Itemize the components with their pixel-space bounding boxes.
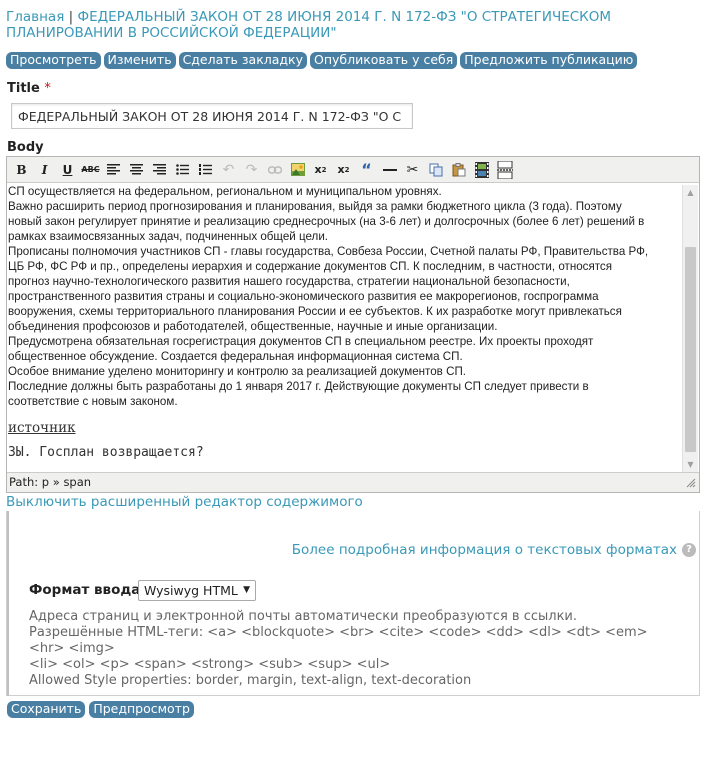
- title-label: Title *: [7, 81, 51, 96]
- paste-icon[interactable]: [448, 160, 469, 180]
- scroll-up-arrow-icon[interactable]: ▲: [683, 185, 698, 200]
- numbered-list-icon[interactable]: [195, 160, 216, 180]
- bold-icon[interactable]: B: [11, 160, 32, 180]
- text-line: новый закон регулирует принятие и реализ…: [8, 215, 645, 228]
- redo-icon[interactable]: ↷: [241, 160, 262, 180]
- text-line: объединения профсоюзов и работодателей, …: [8, 320, 498, 333]
- wysiwyg-editor: B I U ABC ↶ ↷ x2 x2 “ ✂ СП осуществляетс…: [6, 156, 700, 493]
- save-button[interactable]: Сохранить: [7, 701, 86, 718]
- title-input[interactable]: [11, 103, 413, 129]
- text-line: пространственного развития страны и соци…: [8, 290, 599, 303]
- image-icon[interactable]: [287, 160, 308, 180]
- editor-toolbar: B I U ABC ↶ ↷ x2 x2 “ ✂: [7, 157, 699, 183]
- format-box-border: [7, 511, 9, 696]
- cut-icon[interactable]: ✂: [402, 160, 423, 180]
- format-tips: Адреса страниц и электронной почты автом…: [29, 609, 679, 689]
- toggle-rich-editor-link[interactable]: Выключить расширенный редактор содержимо…: [6, 494, 363, 510]
- text-line: ЦБ РФ, ФС РФ и пр., определены иерархия …: [8, 260, 613, 273]
- strikethrough-icon[interactable]: ABC: [80, 160, 101, 180]
- scrollbar-thumb[interactable]: [685, 247, 696, 452]
- chevron-down-icon: ▼: [243, 585, 250, 595]
- text-line: Предусмотрена обязательная госрегистраци…: [8, 335, 594, 348]
- help-icon[interactable]: ?: [682, 543, 696, 557]
- subscript-icon[interactable]: x2: [333, 160, 354, 180]
- blockquote-icon[interactable]: “: [356, 160, 377, 180]
- format-tip: Адреса страниц и электронной почты автом…: [29, 609, 577, 624]
- source-link[interactable]: источник: [8, 419, 684, 437]
- tab-view[interactable]: Просмотреть: [6, 52, 101, 69]
- input-format-selected: Wysiwyg HTML: [144, 583, 238, 598]
- tab-bookmark[interactable]: Сделать закладку: [178, 52, 307, 69]
- editor-last-line: ЗЫ. Госплан возвращается?: [8, 445, 204, 460]
- input-format-select[interactable]: Wysiwyg HTML ▼: [138, 580, 256, 601]
- text-line: Важно расширить период прогнозирования и…: [8, 200, 622, 213]
- media-icon[interactable]: [471, 160, 492, 180]
- copy-icon[interactable]: [425, 160, 446, 180]
- text-line: соответствие с новым законом.: [8, 395, 178, 408]
- editor-statusbar: Path: p » span: [7, 472, 699, 492]
- italic-icon[interactable]: I: [34, 160, 55, 180]
- page-break-icon[interactable]: [494, 160, 515, 180]
- superscript-icon[interactable]: x2: [310, 160, 331, 180]
- format-tip: Разрешённые HTML-теги: <a> <blockquote> …: [29, 625, 648, 656]
- format-tip: <li> <ol> <p> <span> <strong> <sub> <sup…: [29, 657, 391, 672]
- tab-suggest-publication[interactable]: Предложить публикацию: [460, 52, 638, 69]
- resize-grip-icon[interactable]: [686, 478, 696, 488]
- text-format-wrapper: Более подробная информация о текстовых ф…: [6, 511, 700, 696]
- title-label-text: Title: [7, 81, 40, 96]
- align-right-icon[interactable]: [149, 160, 170, 180]
- text-line: Прописаны полномочия участников СП - гла…: [8, 245, 649, 258]
- breadcrumb: Главная | ФЕДЕРАЛЬНЫЙ ЗАКОН ОТ 28 ИЮНЯ 2…: [6, 9, 696, 41]
- editor-vertical-scrollbar[interactable]: ▲ ▼: [682, 185, 698, 472]
- editor-paragraph: СП осуществляется на федеральном, регион…: [8, 184, 684, 409]
- text-line: Последние должны быть разработаны до 1 я…: [8, 380, 589, 393]
- text-line: прогноз научно-технологического развития…: [8, 275, 570, 288]
- breadcrumb-home-link[interactable]: Главная: [6, 9, 64, 25]
- node-tabs: Просмотреть Изменить Сделать закладку Оп…: [6, 52, 638, 69]
- text-line: общественное обсуждение. Создается федер…: [8, 350, 463, 363]
- text-line: СП осуществляется на федеральном, регион…: [8, 185, 442, 198]
- format-tip: Allowed Style properties: border, margin…: [29, 673, 472, 688]
- breadcrumb-separator: |: [68, 9, 74, 25]
- element-path: Path: p » span: [9, 475, 92, 489]
- scroll-down-arrow-icon[interactable]: ▼: [683, 457, 698, 472]
- underline-icon[interactable]: U: [57, 160, 78, 180]
- tab-edit[interactable]: Изменить: [103, 52, 176, 69]
- align-left-icon[interactable]: [103, 160, 124, 180]
- preview-button[interactable]: Предпросмотр: [89, 701, 194, 718]
- link-icon[interactable]: [264, 160, 285, 180]
- tab-publish-own[interactable]: Опубликовать у себя: [310, 52, 458, 69]
- form-actions: Сохранить Предпросмотр: [7, 701, 194, 718]
- required-mark: *: [44, 81, 51, 96]
- undo-icon[interactable]: ↶: [218, 160, 239, 180]
- bullet-list-icon[interactable]: [172, 160, 193, 180]
- text-line: Особое внимание уделено мониторингу и ко…: [8, 365, 466, 378]
- horizontal-rule-icon[interactable]: [379, 160, 400, 180]
- input-format-label: Формат ввода: [29, 582, 141, 598]
- breadcrumb-current-link[interactable]: ФЕДЕРАЛЬНЫЙ ЗАКОН ОТ 28 ИЮНЯ 2014 Г. N 1…: [6, 9, 611, 41]
- editor-content[interactable]: СП осуществляется на федеральном, регион…: [8, 184, 684, 471]
- format-help-link[interactable]: Более подробная информация о текстовых ф…: [292, 542, 677, 558]
- align-center-icon[interactable]: [126, 160, 147, 180]
- text-line: рамках взаимосвязанных задач, подчиненны…: [8, 230, 329, 243]
- body-label: Body: [7, 140, 44, 155]
- text-line: вооружения, схемы территориального плани…: [8, 305, 622, 318]
